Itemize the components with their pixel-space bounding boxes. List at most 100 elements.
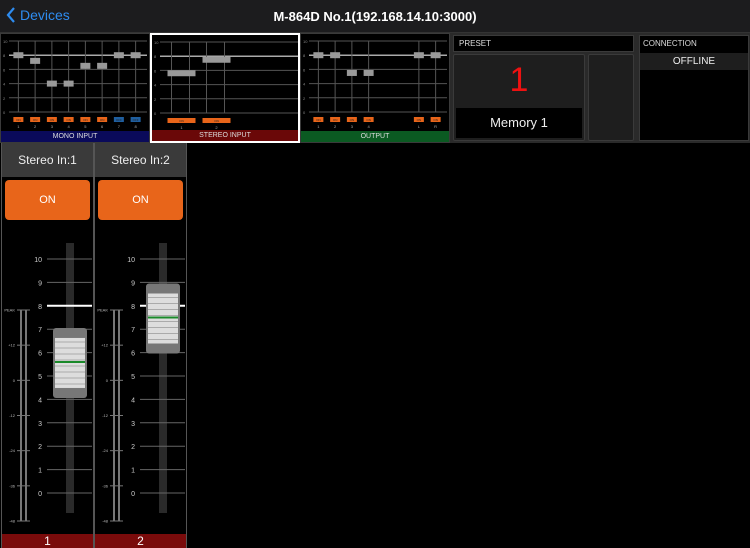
fader-knob bbox=[330, 52, 341, 59]
mono-input-overview[interactable]: MONO INPUT 10 8 6 4 2 0 ON 1 ON 2 ON 3 ON 4 ON 5 ON 6 OFF 7… bbox=[0, 33, 150, 143]
fader-scale-label: 10 bbox=[127, 257, 135, 264]
scale-label: 8 bbox=[154, 54, 157, 59]
fader-scale-label: 6 bbox=[131, 351, 135, 358]
mini-faders: 10 8 6 4 2 0 ON 1 ON 2 bbox=[154, 40, 298, 130]
channel-label: 3 bbox=[351, 124, 354, 129]
meter-scale-label: -48 bbox=[102, 519, 109, 524]
channel-on-button[interactable]: ON bbox=[5, 180, 90, 220]
scale-label: 6 bbox=[303, 67, 306, 72]
scale-label: 6 bbox=[3, 67, 6, 72]
output-overview[interactable]: OUTPUT 10 8 6 4 2 0 ON 1 ON 2 ON 3 ON 4 ON L ON R bbox=[300, 33, 450, 143]
fader-scale-label: 9 bbox=[131, 280, 135, 287]
scale-label: 2 bbox=[154, 97, 157, 102]
fader-scale-label: 2 bbox=[131, 444, 135, 451]
meter-scale-label: -24 bbox=[102, 448, 109, 453]
fader-knob bbox=[363, 69, 374, 76]
scale-label: 8 bbox=[303, 53, 306, 58]
fader-scale-label: 5 bbox=[38, 374, 42, 381]
channel-label: L bbox=[418, 124, 421, 129]
fader-knob bbox=[130, 52, 141, 59]
preset-number: 1 bbox=[509, 61, 529, 99]
fader-scale-label: 1 bbox=[131, 468, 135, 475]
fader-knob[interactable] bbox=[53, 327, 87, 398]
on-off-label: ON bbox=[50, 118, 55, 122]
channel-label: 6 bbox=[101, 124, 104, 129]
channel-strip: Stereo In:2 ON 2 10 9 8 7 6 5 4 3 2 1 0 PEAK +12 0 -12… bbox=[94, 143, 187, 548]
channel-label: 4 bbox=[68, 124, 71, 129]
scale-label: 8 bbox=[3, 53, 6, 58]
scale-label: 2 bbox=[3, 96, 6, 101]
on-off-label: ON bbox=[417, 118, 422, 122]
channel-label: 2 bbox=[334, 124, 337, 129]
channel-label: 1 bbox=[17, 124, 20, 129]
fader-knob bbox=[63, 80, 74, 87]
mono-input-label: MONO INPUT bbox=[1, 131, 149, 142]
on-off-label: ON bbox=[16, 118, 21, 122]
meter-scale-label: -36 bbox=[102, 483, 109, 488]
on-off-label: ON bbox=[33, 118, 38, 122]
scale-label: 4 bbox=[3, 82, 6, 87]
on-off-label: OFF bbox=[116, 118, 122, 122]
fader-knob bbox=[97, 62, 108, 69]
fader-knob[interactable] bbox=[146, 283, 180, 354]
on-off-label: ON bbox=[83, 118, 88, 122]
fader-area: 109876543210PEAK+120-12-24-36-48 bbox=[4, 243, 92, 524]
fader-scale-label: 7 bbox=[131, 327, 135, 334]
meter-scale-label: -36 bbox=[9, 483, 16, 488]
scale-label: 6 bbox=[154, 68, 157, 73]
meter-scale-label: PEAK bbox=[4, 308, 15, 313]
fader-knob bbox=[202, 56, 231, 63]
on-off-label: ON bbox=[316, 118, 321, 122]
meter-scale-label: 0 bbox=[106, 378, 109, 383]
channel-strip: Stereo In:1 ON 1 10 9 8 7 6 5 4 3 2 1 0 PEAK +12 0 -12… bbox=[1, 143, 94, 548]
preset-side-button[interactable] bbox=[588, 54, 634, 141]
fader-scale-label: 8 bbox=[131, 304, 135, 311]
scale-label: 10 bbox=[154, 40, 159, 45]
scale-label: 4 bbox=[303, 82, 306, 87]
fader-scale-label: 9 bbox=[38, 280, 42, 287]
on-off-label: ON bbox=[66, 118, 71, 122]
fader-knob bbox=[346, 69, 357, 76]
channel-label: 2 bbox=[34, 124, 37, 129]
channel-label: 3 bbox=[51, 124, 54, 129]
fader-knob bbox=[46, 80, 57, 87]
preset-header: PRESET bbox=[453, 35, 634, 52]
fader-scale-label: 2 bbox=[38, 444, 42, 451]
channel-label: 2 bbox=[215, 125, 218, 130]
meter-scale-label: -12 bbox=[9, 413, 16, 418]
overview-panel: MONO INPUT 10 8 6 4 2 0 ON 1 ON 2 ON 3 ON 4 ON 5 ON 6 OFF 7… bbox=[0, 33, 750, 143]
scale-label: 4 bbox=[154, 83, 157, 88]
channel-label: 4 bbox=[368, 124, 371, 129]
meter-scale-label: +12 bbox=[8, 343, 16, 348]
channel-label: 1 bbox=[180, 125, 183, 130]
fader-knob bbox=[13, 52, 24, 59]
meter-scale-label: +12 bbox=[101, 343, 109, 348]
channel-name: Stereo In:2 bbox=[95, 143, 186, 177]
connection-status: OFFLINE bbox=[640, 53, 748, 70]
fader-knob bbox=[113, 52, 124, 59]
preset-button[interactable]: 1 Memory 1 bbox=[453, 54, 585, 141]
on-off-label: ON bbox=[179, 119, 184, 123]
meter-scale-label: -48 bbox=[9, 519, 16, 524]
navigation-bar: Devices M-864D No.1(192.168.14.10:3000) bbox=[0, 0, 750, 33]
fader-scale-label: 3 bbox=[131, 421, 135, 428]
stereo-input-overview[interactable]: STEREO INPUT 10 8 6 4 2 0 ON 1 ON 2 bbox=[150, 33, 300, 143]
fader-scale-label: 7 bbox=[38, 327, 42, 334]
fader-scale-label: 4 bbox=[38, 397, 42, 404]
fader-knob bbox=[80, 62, 91, 69]
meter-scale-label: PEAK bbox=[97, 308, 108, 313]
channel-on-button[interactable]: ON bbox=[98, 180, 183, 220]
scale-label: 0 bbox=[303, 110, 306, 115]
on-off-label: ON bbox=[350, 118, 355, 122]
fader-knob bbox=[430, 52, 441, 59]
connection-header: CONNECTION bbox=[643, 39, 697, 48]
fader-knob bbox=[413, 52, 424, 59]
channel-name: Stereo In:1 bbox=[2, 143, 93, 177]
fader-scale-label: 1 bbox=[38, 468, 42, 475]
fader-scale-label: 0 bbox=[131, 491, 135, 498]
mini-faders: 10 8 6 4 2 0 ON 1 ON 2 ON 3 ON 4 ON 5 ON 6 OFF 7 OFF 8 bbox=[3, 39, 147, 129]
scale-label: 0 bbox=[3, 110, 6, 115]
fader-scale-label: 8 bbox=[38, 304, 42, 311]
on-off-label: ON bbox=[214, 119, 219, 123]
channel-label: 7 bbox=[118, 124, 121, 129]
